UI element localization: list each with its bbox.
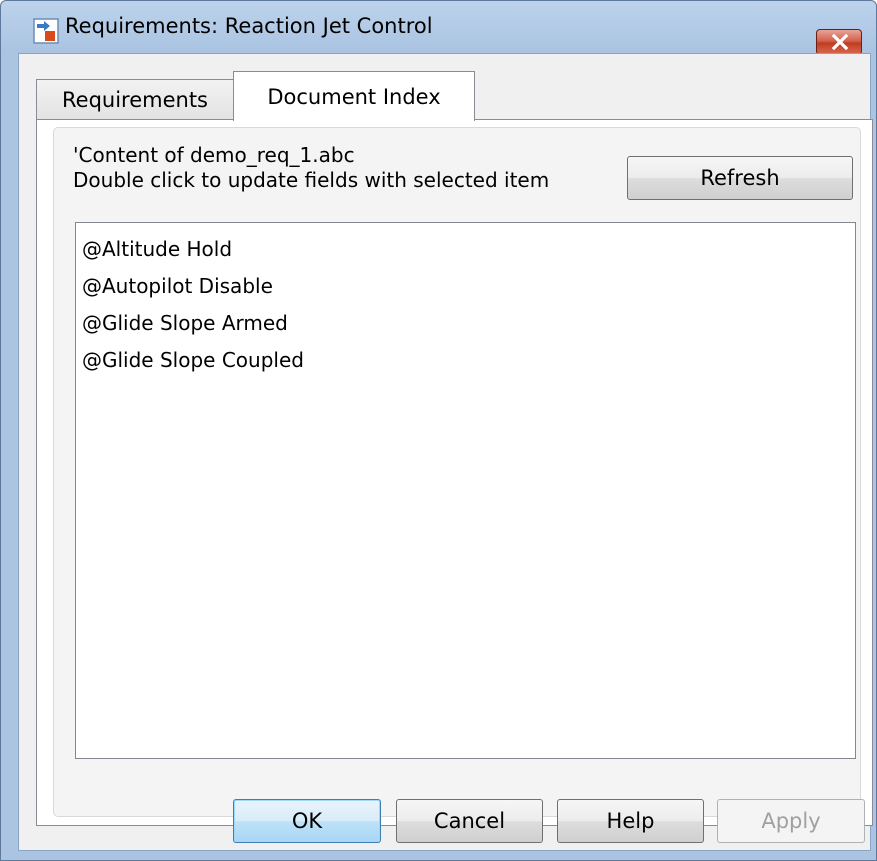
help-button[interactable]: Help <box>557 799 704 843</box>
list-item[interactable]: @Glide Slope Coupled <box>82 342 855 379</box>
list-item[interactable]: @Glide Slope Armed <box>82 305 855 342</box>
simulink-model-icon <box>33 18 59 44</box>
close-icon <box>831 33 849 51</box>
dialog-window: Requirements: Reaction Jet Control Requi… <box>0 0 877 861</box>
title-bar[interactable]: Requirements: Reaction Jet Control <box>1 1 876 55</box>
tab-panel: 'Content of demo_req_1.abc Double click … <box>36 119 873 826</box>
apply-button[interactable]: Apply <box>717 799 865 843</box>
list-item[interactable]: @Autopilot Disable <box>82 268 855 305</box>
instruction-label: Double click to update fields with selec… <box>73 168 550 192</box>
list-item[interactable]: @Altitude Hold <box>82 231 855 268</box>
close-button[interactable] <box>816 29 862 55</box>
dialog-client-area: Requirements Document Index 'Content of … <box>18 53 873 851</box>
cancel-button[interactable]: Cancel <box>396 799 543 843</box>
ok-button[interactable]: OK <box>233 799 381 843</box>
content-label: 'Content of demo_req_1.abc <box>73 143 355 167</box>
document-index-group: 'Content of demo_req_1.abc Double click … <box>53 127 861 817</box>
tab-requirements[interactable]: Requirements <box>36 79 234 119</box>
window-title: Requirements: Reaction Jet Control <box>65 14 433 38</box>
tab-document-index[interactable]: Document Index <box>233 71 475 121</box>
document-index-list[interactable]: @Altitude Hold @Autopilot Disable @Glide… <box>75 222 856 759</box>
refresh-button[interactable]: Refresh <box>627 156 853 200</box>
